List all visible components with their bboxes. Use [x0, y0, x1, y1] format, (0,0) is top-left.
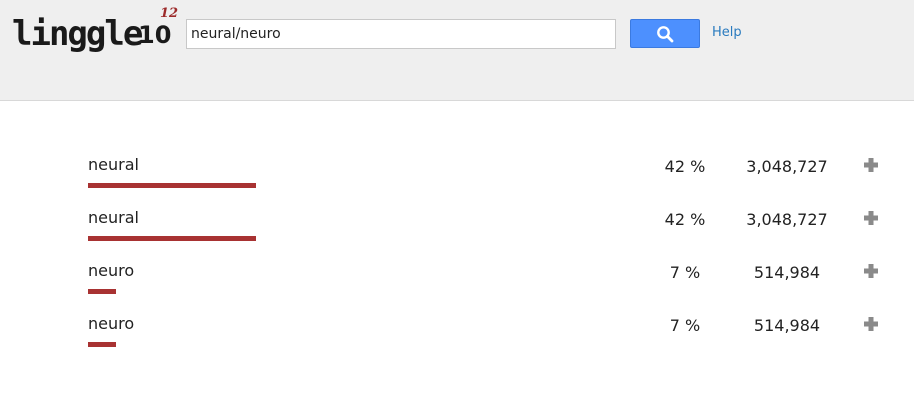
result-percent: 42 %: [664, 157, 706, 176]
result-count: 3,048,727: [746, 157, 828, 176]
frequency-bar: [88, 289, 116, 294]
plus-icon[interactable]: [862, 315, 880, 333]
result-word: neural: [88, 208, 139, 227]
frequency-bar: [88, 236, 256, 241]
plus-icon[interactable]: [862, 262, 880, 280]
search-button[interactable]: [630, 19, 700, 48]
result-word: neural: [88, 155, 139, 174]
result-row: neuro 7 % 514,984: [0, 314, 914, 367]
plus-icon[interactable]: [862, 156, 880, 174]
result-row: neural 42 % 3,048,727: [0, 208, 914, 261]
search-icon: [657, 25, 674, 42]
result-count: 514,984: [753, 316, 821, 335]
logo-text: linggle: [12, 14, 143, 54]
result-count: 3,048,727: [746, 210, 828, 229]
result-row: neural 42 % 3,048,727: [0, 155, 914, 208]
result-percent: 42 %: [664, 210, 706, 229]
frequency-bar: [88, 342, 116, 347]
result-percent: 7 %: [669, 263, 701, 282]
linggle-logo[interactable]: linggle 10 12: [12, 6, 182, 58]
frequency-bar: [88, 183, 256, 188]
result-word: neuro: [88, 314, 135, 333]
result-percent: 7 %: [669, 316, 701, 335]
help-link[interactable]: Help: [712, 25, 742, 40]
logo-exponent: 12: [160, 6, 179, 21]
result-count: 514,984: [753, 263, 821, 282]
top-bar: linggle 10 12 Help: [0, 0, 914, 101]
plus-icon[interactable]: [862, 209, 880, 227]
result-word: neuro: [88, 261, 135, 280]
result-row: neuro 7 % 514,984: [0, 261, 914, 314]
logo-ten: 10: [138, 21, 172, 49]
search-input[interactable]: [186, 19, 616, 49]
